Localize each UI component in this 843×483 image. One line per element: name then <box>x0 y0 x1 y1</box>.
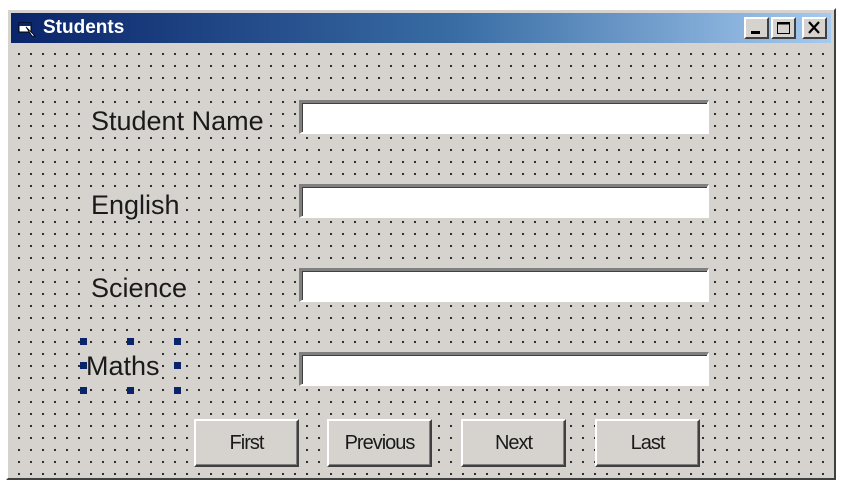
selection-handle[interactable] <box>80 338 87 345</box>
selection-handle[interactable] <box>80 387 87 394</box>
student-name-field[interactable] <box>299 100 709 134</box>
previous-button[interactable]: Previous <box>327 419 432 467</box>
selection-handle[interactable] <box>127 338 134 345</box>
title-bar[interactable]: Students <box>11 13 831 43</box>
window-title: Students <box>43 17 125 38</box>
minimize-button[interactable] <box>744 17 769 39</box>
selection-handle[interactable] <box>174 362 181 369</box>
last-button[interactable]: Last <box>595 419 700 467</box>
maths-label: Maths <box>84 351 162 381</box>
maths-field[interactable] <box>299 352 709 386</box>
first-button[interactable]: First <box>194 419 299 467</box>
selection-handle[interactable] <box>174 387 181 394</box>
caption-buttons <box>744 17 827 39</box>
next-button[interactable]: Next <box>461 419 566 467</box>
english-label: English <box>89 190 182 220</box>
minimize-icon <box>751 31 760 34</box>
selection-handle[interactable] <box>174 338 181 345</box>
selection-handle[interactable] <box>80 362 87 369</box>
student-name-label: Student Name <box>89 106 266 136</box>
maximize-button[interactable] <box>771 17 796 39</box>
form-design-surface[interactable]: Student Name English Science Maths First… <box>11 46 831 475</box>
science-field[interactable] <box>299 268 709 302</box>
close-button[interactable] <box>802 17 827 39</box>
english-field[interactable] <box>299 184 709 218</box>
science-label: Science <box>89 273 190 303</box>
students-form-window: Students Student Name English Science Ma… <box>6 8 836 480</box>
maximize-icon <box>777 22 790 34</box>
selection-handle[interactable] <box>127 387 134 394</box>
form-icon <box>17 18 37 38</box>
maths-label-selection[interactable]: Maths <box>80 338 184 396</box>
close-icon <box>808 21 820 34</box>
